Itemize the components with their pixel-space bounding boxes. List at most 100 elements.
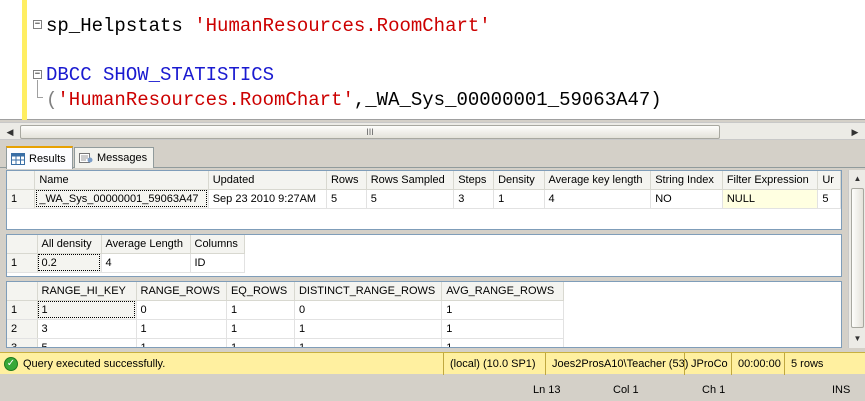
row-number[interactable]: 3 (7, 338, 38, 347)
table-cell[interactable]: 0 (294, 300, 443, 320)
messages-icon (79, 153, 93, 163)
scroll-thumb[interactable] (851, 188, 864, 328)
table-cell[interactable]: _WA_Sys_00000001_59063A47 (34, 189, 209, 209)
table-cell[interactable]: 5 (817, 189, 841, 209)
table-cell[interactable]: 1 (294, 338, 443, 347)
code-line-3: ('HumanResources.RoomChart',_WA_Sys_0000… (46, 88, 662, 112)
column-header[interactable]: Columns (190, 235, 245, 254)
scroll-up-icon[interactable]: ▲ (851, 172, 864, 186)
column-header[interactable]: Updated (208, 171, 327, 190)
status-user: Joes2ProsA10\Teacher (53) (545, 352, 688, 375)
histogram-grid[interactable]: RANGE_HI_KEY RANGE_ROWS EQ_ROWS DISTINCT… (6, 281, 842, 348)
table-cell[interactable]: 1 (441, 338, 565, 347)
column-header[interactable]: EQ_ROWS (226, 282, 295, 301)
keyword: SHOW_STATISTICS (103, 64, 275, 86)
table-cell[interactable]: NO (650, 189, 723, 209)
code-line-1: sp_Helpstats 'HumanResources.RoomChart' (46, 14, 491, 38)
proc-name: sp_Helpstats (46, 15, 183, 37)
table-cell[interactable]: 3 (37, 319, 137, 339)
code-text: ,_WA_Sys_00000001_59063A47) (353, 89, 662, 111)
column-header[interactable]: String Index (650, 171, 723, 190)
row-header-corner (7, 235, 38, 254)
stats-header-grid[interactable]: Name Updated Rows Rows Sampled Steps Den… (6, 170, 842, 230)
row-header-corner (7, 171, 36, 190)
table-row[interactable]: 1 0.2 4 ID (7, 253, 245, 273)
database-label: JProCo (691, 357, 728, 370)
grip-icon: III (366, 127, 374, 137)
scroll-down-icon[interactable]: ▼ (851, 332, 864, 346)
table-row[interactable]: 1 1 0 1 0 1 (7, 300, 565, 320)
status-message: Query executed successfully. (23, 357, 166, 370)
editor-horizontal-scrollbar[interactable]: ◀ III ▶ (0, 122, 865, 140)
fold-guide-end (37, 97, 43, 98)
table-cell[interactable]: 3 (453, 189, 495, 209)
column-header[interactable]: Rows Sampled (366, 171, 455, 190)
status-server: (local) (10.0 SP1) (443, 352, 545, 375)
table-cell[interactable]: 1 (226, 338, 295, 347)
table-cell[interactable]: 1 (493, 189, 545, 209)
row-number[interactable]: 1 (7, 300, 38, 320)
time-label: 00:00:00 (738, 357, 781, 370)
header-table: Name Updated Rows Rows Sampled Steps Den… (7, 171, 841, 209)
line-indicator: Ln 13 (533, 384, 561, 396)
column-header[interactable]: Density (493, 171, 545, 190)
table-cell[interactable]: 1 (37, 300, 137, 320)
density-grid[interactable]: All density Average Length Columns 1 0.2… (6, 234, 842, 277)
server-label: (local) (10.0 SP1) (450, 357, 536, 370)
tab-label: Results (29, 152, 66, 165)
string-literal: 'HumanResources.RoomChart' (194, 15, 491, 37)
table-cell[interactable]: 1 (441, 319, 565, 339)
table-row[interactable]: 2 3 1 1 1 1 (7, 319, 565, 339)
table-row[interactable]: 3 5 1 1 1 1 (7, 338, 565, 347)
table-cell[interactable]: 1 (294, 319, 443, 339)
column-header[interactable]: Ur (817, 171, 841, 190)
table-row[interactable]: 1 _WA_Sys_00000001_59063A47 Sep 23 2010 … (7, 189, 841, 209)
results-vertical-scrollbar[interactable]: ▲ ▼ (848, 170, 865, 348)
column-indicator: Col 1 (613, 384, 639, 396)
query-status-bar: ✓ Query executed successfully. (local) (… (0, 352, 865, 375)
table-cell[interactable]: 0.2 (37, 253, 102, 273)
table-cell[interactable]: 1 (136, 319, 227, 339)
row-header-corner (7, 282, 38, 301)
column-header[interactable]: All density (37, 235, 102, 254)
code-line-2: DBCC SHOW_STATISTICS (46, 63, 274, 87)
table-cell[interactable]: 1 (226, 319, 295, 339)
success-check-icon: ✓ (4, 356, 18, 371)
table-cell[interactable]: 1 (226, 300, 295, 320)
table-cell[interactable]: 5 (366, 189, 455, 209)
status-elapsed-time: 00:00:00 (731, 352, 784, 375)
column-header[interactable]: RANGE_ROWS (136, 282, 227, 301)
density-table: All density Average Length Columns 1 0.2… (7, 235, 245, 273)
column-header[interactable]: Average Length (101, 235, 191, 254)
table-cell[interactable]: NULL (722, 189, 819, 209)
column-header[interactable]: DISTINCT_RANGE_ROWS (294, 282, 443, 301)
tab-messages[interactable]: Messages (74, 147, 155, 168)
row-number[interactable]: 1 (7, 253, 38, 273)
collapse-icon[interactable]: − (33, 20, 42, 29)
column-header[interactable]: Rows (326, 171, 367, 190)
tab-results[interactable]: Results (6, 146, 73, 169)
column-header[interactable]: Average key length (544, 171, 652, 190)
row-number[interactable]: 1 (7, 189, 36, 209)
table-cell[interactable]: 1 (441, 300, 565, 320)
column-header[interactable]: RANGE_HI_KEY (37, 282, 137, 301)
scroll-thumb[interactable]: III (20, 125, 720, 139)
query-editor[interactable]: − − sp_Helpstats 'HumanResources.RoomCha… (0, 0, 865, 120)
table-cell[interactable]: 5 (37, 338, 137, 347)
row-number[interactable]: 2 (7, 319, 38, 339)
column-header[interactable]: Steps (453, 171, 495, 190)
column-header[interactable]: AVG_RANGE_ROWS (441, 282, 565, 301)
table-cell[interactable]: 5 (326, 189, 367, 209)
change-indicator-bar (22, 0, 27, 120)
collapse-icon[interactable]: − (33, 70, 42, 79)
scroll-left-icon[interactable]: ◀ (3, 125, 17, 139)
table-cell[interactable]: 1 (136, 338, 227, 347)
table-cell[interactable]: 0 (136, 300, 227, 320)
table-cell[interactable]: ID (190, 253, 245, 273)
scroll-right-icon[interactable]: ▶ (848, 125, 862, 139)
table-cell[interactable]: Sep 23 2010 9:27AM (208, 189, 327, 209)
column-header[interactable]: Filter Expression (722, 171, 819, 190)
table-cell[interactable]: 4 (101, 253, 191, 273)
column-header[interactable]: Name (34, 171, 209, 190)
table-cell[interactable]: 4 (544, 189, 652, 209)
